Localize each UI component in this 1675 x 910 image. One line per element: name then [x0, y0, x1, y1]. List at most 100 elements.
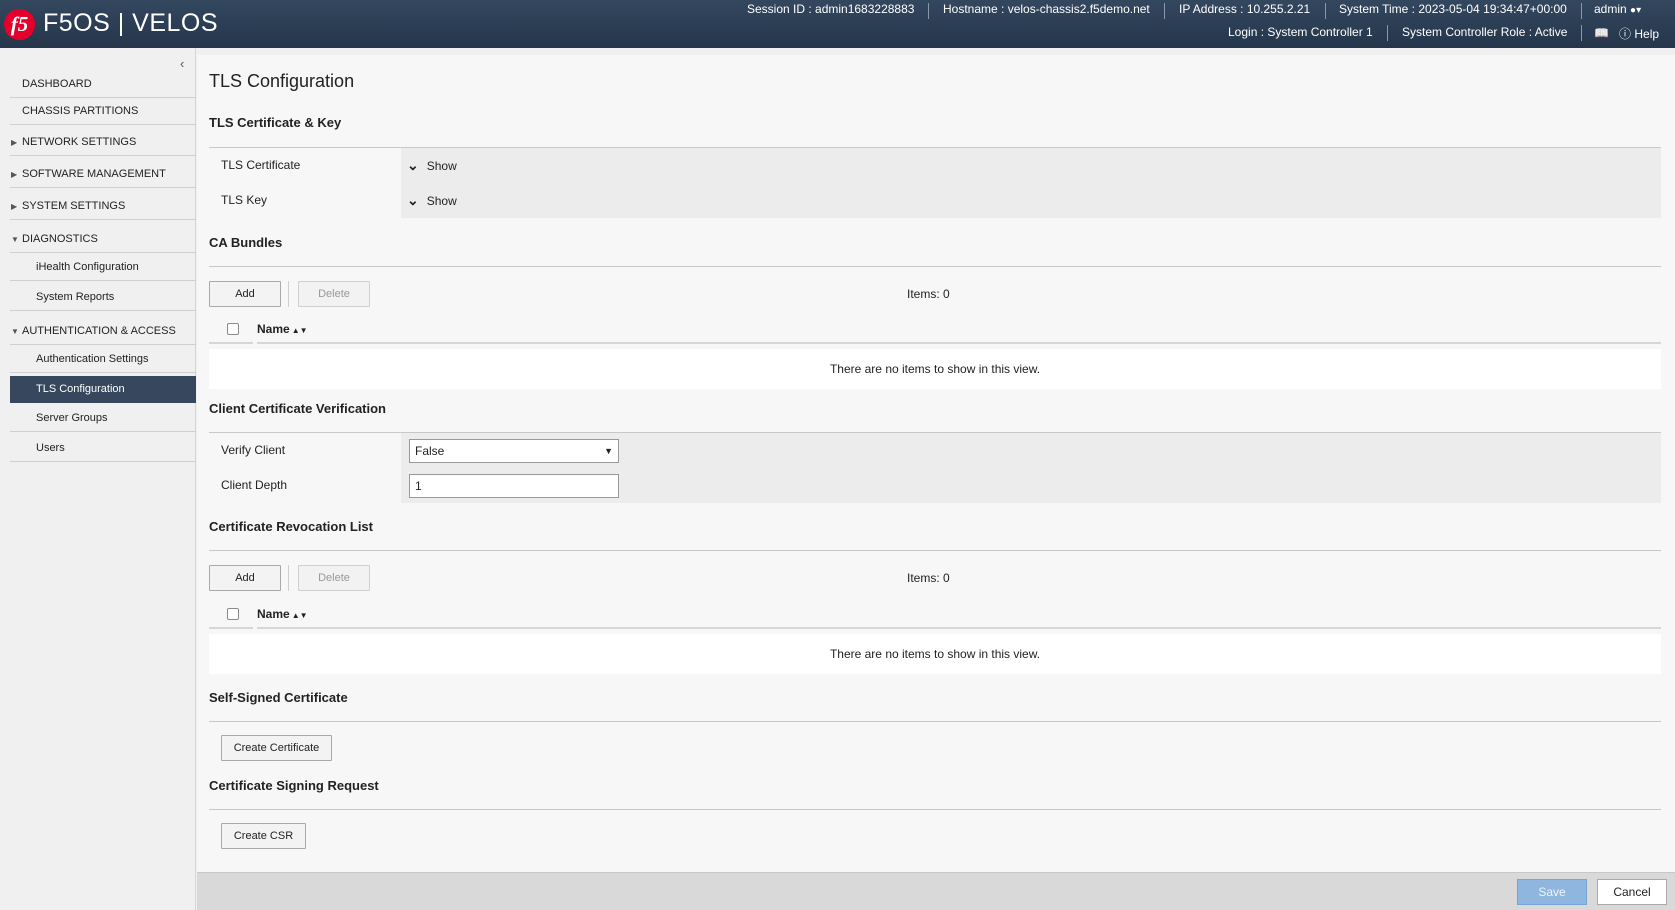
section-divider [209, 550, 1661, 551]
f5-logo: f5 [4, 9, 35, 40]
sidebar-item-label: SOFTWARE MANAGEMENT [22, 168, 166, 180]
caret-down-icon: ▼ [11, 327, 19, 336]
section-title-client-verification: Client Certificate Verification [209, 401, 386, 416]
header-underline [209, 342, 253, 344]
column-label: Name [257, 607, 290, 621]
page-title: TLS Configuration [209, 71, 355, 91]
ca-bundles-empty-message: There are no items to show in this view. [209, 349, 1661, 389]
tls-key-show-toggle[interactable]: ⌄ Show [407, 183, 457, 219]
tls-key-label: TLS Key [209, 183, 401, 218]
name-column-header[interactable]: Name ▲▼ [257, 322, 308, 336]
verify-client-label: Verify Client [209, 433, 401, 468]
sidebar-item-ihealth-configuration[interactable]: iHealth Configuration [10, 254, 196, 281]
sidebar-item-system-reports[interactable]: System Reports [10, 284, 196, 311]
help-label: Help [1634, 27, 1660, 41]
save-button[interactable]: Save [1517, 879, 1587, 905]
sidebar-item-label: CHASSIS PARTITIONS [22, 105, 139, 117]
sidebar-item-label: Authentication Settings [36, 353, 149, 365]
client-depth-input[interactable]: 1 [409, 474, 619, 498]
verify-client-select[interactable]: False ▼ [409, 439, 619, 463]
sidebar-item-authentication-settings[interactable]: Authentication Settings [10, 346, 196, 373]
crl-items-count: Items: 0 [907, 571, 950, 585]
user-name: admin [1594, 2, 1627, 16]
ca-bundles-table-header: Name ▲▼ [209, 316, 1661, 344]
crl-delete-button[interactable]: Delete [298, 565, 370, 591]
select-all-checkbox[interactable] [227, 323, 239, 335]
name-column-header[interactable]: Name ▲▼ [257, 607, 308, 621]
dropdown-arrow-icon: ▼ [604, 446, 613, 456]
client-depth-label: Client Depth [209, 468, 401, 503]
user-menu[interactable]: admin ●▾ [1594, 2, 1641, 16]
sidebar-item-diagnostics[interactable]: ▼ DIAGNOSTICS [10, 226, 196, 253]
sidebar-item-label: TLS Configuration [36, 383, 125, 395]
sidebar-item-label: SYSTEM SETTINGS [22, 200, 126, 212]
top-header: f5 F5OS | VELOS Session ID : admin168322… [0, 0, 1675, 48]
user-icon: ●▾ [1630, 5, 1642, 16]
select-all-checkbox[interactable] [227, 608, 239, 620]
caret-down-icon: ▼ [11, 235, 19, 244]
caret-right-icon: ▶ [11, 170, 18, 179]
sidebar-item-system-settings[interactable]: ▶ SYSTEM SETTINGS [10, 193, 196, 220]
sidebar-item-label: Server Groups [36, 412, 108, 424]
create-certificate-button[interactable]: Create Certificate [221, 735, 332, 761]
header-divider [1581, 3, 1582, 19]
crl-table-header: Name ▲▼ [209, 601, 1661, 629]
help-circle-icon: ⓘ [1619, 27, 1632, 41]
tls-certificate-show-toggle[interactable]: ⌄ Show [407, 148, 457, 184]
crl-add-button[interactable]: Add [209, 565, 281, 591]
sidebar-item-users[interactable]: Users [10, 435, 196, 462]
header-underline [209, 627, 253, 629]
tls-key-value: ⌄ Show [401, 183, 1661, 218]
sidebar-item-label: Users [36, 442, 65, 454]
help-link[interactable]: ⓘ Help [1619, 25, 1659, 42]
hostname: Hostname : velos-chassis2.f5demo.net [943, 2, 1150, 16]
section-title-tls-cert-key: TLS Certificate & Key [209, 115, 342, 130]
chevron-left-icon[interactable]: ‹ [180, 56, 184, 71]
sidebar-item-label: DIAGNOSTICS [22, 233, 98, 245]
sidebar-item-tls-configuration[interactable]: TLS Configuration [10, 376, 196, 403]
chevron-down-icon: ⌄ [407, 192, 419, 208]
sidebar-item-label: iHealth Configuration [36, 261, 139, 273]
header-underline [257, 342, 1661, 344]
section-divider [209, 266, 1661, 267]
show-label: Show [426, 194, 457, 208]
create-csr-button[interactable]: Create CSR [221, 823, 306, 849]
sidebar-item-chassis-partitions[interactable]: CHASSIS PARTITIONS [10, 98, 196, 125]
button-separator [288, 565, 289, 591]
button-separator [288, 281, 289, 307]
ca-bundles-add-button[interactable]: Add [209, 281, 281, 307]
show-label: Show [426, 159, 457, 173]
sidebar-item-network-settings[interactable]: ▶ NETWORK SETTINGS [10, 129, 196, 156]
tls-certificate-row: TLS Certificate ⌄ Show [209, 148, 1661, 183]
ip-address: IP Address : 10.255.2.21 [1179, 2, 1311, 16]
sidebar-item-label: AUTHENTICATION & ACCESS [22, 325, 176, 337]
header-divider [1325, 3, 1326, 19]
cancel-button[interactable]: Cancel [1597, 879, 1667, 905]
sidebar-item-dashboard[interactable]: DASHBOARD [10, 71, 196, 98]
sidebar-item-software-management[interactable]: ▶ SOFTWARE MANAGEMENT [10, 161, 196, 188]
crl-empty-message: There are no items to show in this view. [209, 634, 1661, 674]
ca-bundles-delete-button[interactable]: Delete [298, 281, 370, 307]
book-icon[interactable]: 📖 [1594, 26, 1609, 40]
sort-icon: ▲▼ [291, 326, 308, 335]
ca-bundles-items-count: Items: 0 [907, 287, 950, 301]
header-underline [257, 627, 1661, 629]
system-time: System Time : 2023-05-04 19:34:47+00:00 [1339, 2, 1567, 16]
sidebar-item-label: System Reports [36, 291, 115, 303]
sidebar-item-authentication-access[interactable]: ▼ AUTHENTICATION & ACCESS [10, 318, 196, 345]
client-depth-row: Client Depth 1 [209, 468, 1661, 503]
section-divider [209, 721, 1661, 722]
product-brand: F5OS | VELOS [43, 9, 219, 37]
sidebar-item-server-groups[interactable]: Server Groups [10, 405, 196, 432]
section-title-ca-bundles: CA Bundles [209, 235, 283, 250]
sort-icon: ▲▼ [291, 611, 308, 620]
section-title-crl: Certificate Revocation List [209, 519, 373, 534]
session-id: Session ID : admin1683228883 [747, 2, 915, 16]
controller-role: System Controller Role : Active [1402, 25, 1568, 39]
section-title-csr: Certificate Signing Request [209, 778, 379, 793]
sidebar-nav: ‹ DASHBOARD CHASSIS PARTITIONS ▶ NETWORK… [0, 48, 196, 910]
header-divider [1387, 25, 1388, 41]
section-divider [209, 809, 1661, 810]
section-title-self-signed: Self-Signed Certificate [209, 690, 348, 705]
caret-right-icon: ▶ [11, 138, 18, 147]
